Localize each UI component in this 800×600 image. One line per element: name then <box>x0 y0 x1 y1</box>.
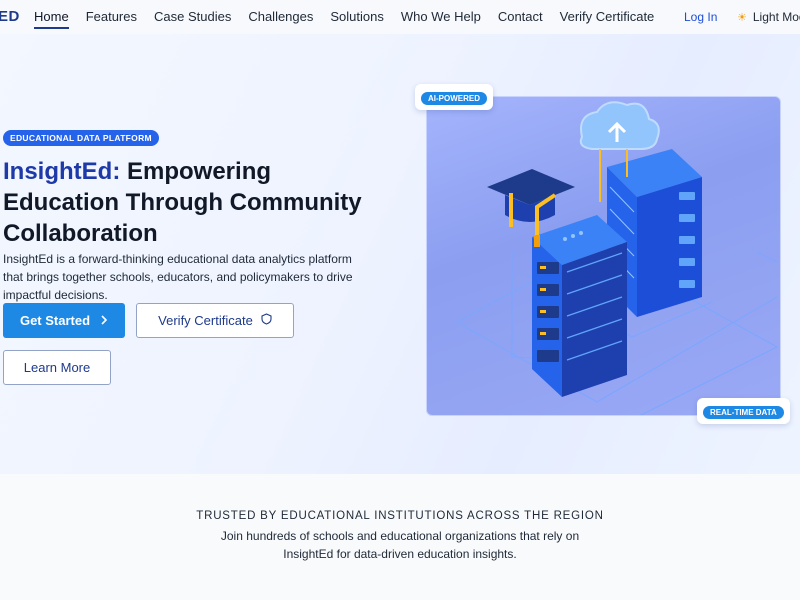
trusted-subtitle: Join hundreds of schools and educational… <box>220 529 580 561</box>
chevron-right-icon <box>100 313 108 328</box>
hero-description: InsightEd is a forward-thinking educatio… <box>3 252 353 302</box>
nav-link-verify-certificate[interactable]: Verify Certificate <box>560 9 655 29</box>
top-navigation: ED Home Features Case Studies Challenges… <box>0 0 800 34</box>
learn-more-button[interactable]: Learn More <box>3 350 111 385</box>
nav-link-who-we-help[interactable]: Who We Help <box>401 9 481 29</box>
ai-powered-label: AI-POWERED <box>421 92 487 105</box>
nav-link-solutions[interactable]: Solutions <box>330 9 383 29</box>
hero-title-brand: InsightEd: <box>3 158 121 185</box>
shield-icon <box>261 313 272 328</box>
trusted-section: TRUSTED BY EDUCATIONAL INSTITUTIONS ACRO… <box>0 474 800 600</box>
trusted-title: TRUSTED BY EDUCATIONAL INSTITUTIONS ACRO… <box>196 510 604 522</box>
hero-badge: EDUCATIONAL DATA PLATFORM <box>3 130 159 146</box>
hero-section: EDUCATIONAL DATA PLATFORM InsightEd: Emp… <box>0 34 800 474</box>
nav-link-features[interactable]: Features <box>86 9 137 29</box>
theme-toggle[interactable]: ☀ Light Mode <box>737 10 800 24</box>
get-started-button[interactable]: Get Started <box>3 303 125 338</box>
login-link[interactable]: Log In <box>684 10 717 24</box>
hero-illustration <box>426 96 781 416</box>
logo[interactable]: ED <box>0 8 20 25</box>
realtime-data-pill: REAL-TIME DATA <box>697 398 790 424</box>
get-started-label: Get Started <box>19 313 91 328</box>
nav-link-contact[interactable]: Contact <box>498 9 543 29</box>
nav-links: Home Features Case Studies Challenges So… <box>34 9 671 29</box>
verify-certificate-label: Verify Certificate <box>158 313 253 328</box>
realtime-data-label: REAL-TIME DATA <box>703 406 784 419</box>
nav-link-home[interactable]: Home <box>34 9 69 29</box>
theme-label: Light Mode <box>752 10 800 24</box>
verify-certificate-button[interactable]: Verify Certificate <box>136 303 294 338</box>
front-server-icon <box>532 215 627 397</box>
nav-link-case-studies[interactable]: Case Studies <box>154 9 231 29</box>
hero-title: InsightEd: Empowering Education Through … <box>3 156 383 249</box>
sun-icon: ☀ <box>737 11 747 24</box>
ai-powered-pill: AI-POWERED <box>415 84 493 110</box>
nav-link-challenges[interactable]: Challenges <box>248 9 313 29</box>
servers-cloud-illustration <box>456 101 779 415</box>
